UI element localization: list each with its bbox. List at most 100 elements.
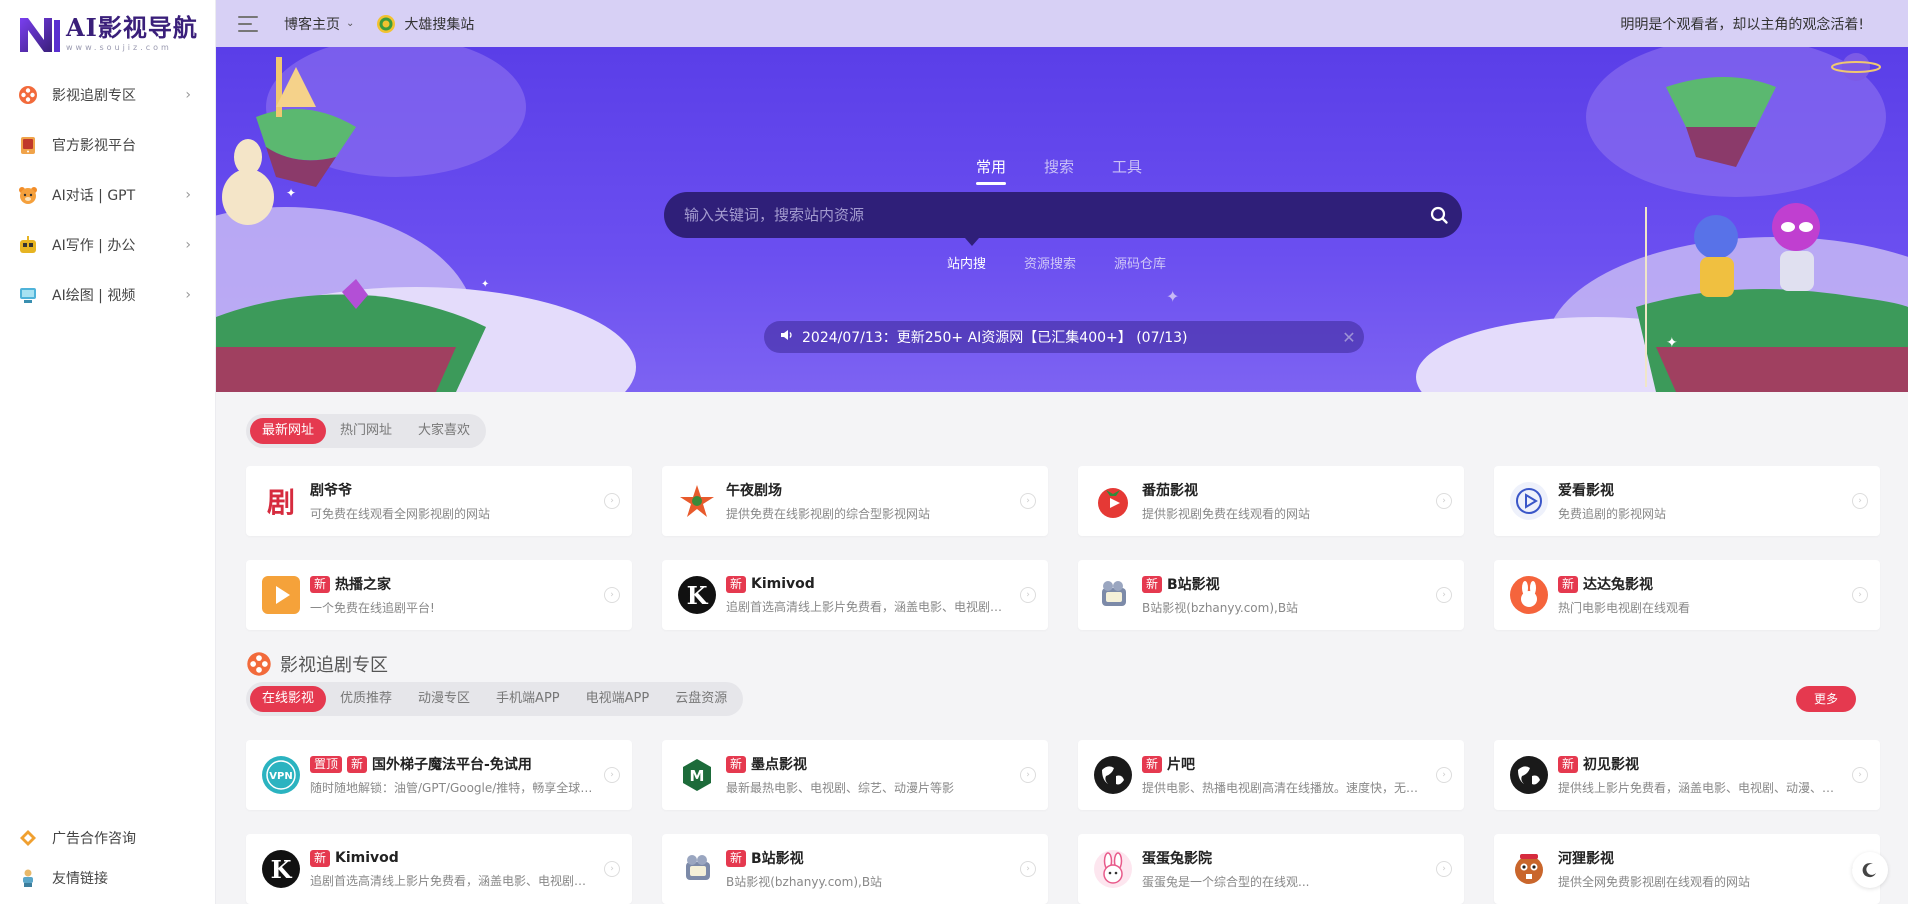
latest-grid: 剧 剧爷爷 可免费在线观看全网影视剧的网站 › 午夜剧场 提供免费在线影视剧的综… <box>246 466 1882 630</box>
sidebar-item-ai-drawing[interactable]: AI绘图 | 视频 › <box>0 270 215 320</box>
card-desc: 提供全网免费影视剧在线观看的网站 <box>1558 875 1751 889</box>
site-card[interactable]: VPN 置顶新国外梯子魔法平台-免试用 随时随地解锁：油管/GPT/Google… <box>246 740 632 810</box>
subtab-source[interactable]: 源码仓库 <box>1114 253 1166 272</box>
blog-home-link[interactable]: 博客主页 ⌄ <box>284 14 354 34</box>
collect-site-label: 大雄搜集站 <box>404 16 475 33</box>
arrow-right-icon[interactable]: › <box>1436 767 1452 783</box>
tab-search[interactable]: 搜索 <box>1044 156 1074 185</box>
card-desc: 热门电影电视剧在线观看 <box>1558 601 1691 615</box>
tab-mobile-app[interactable]: 手机端APP <box>484 686 572 712</box>
arrow-right-icon[interactable]: › <box>1852 493 1868 509</box>
tab-tv-app[interactable]: 电视端APP <box>574 686 662 712</box>
site-card[interactable]: K 新 Kimivod 追剧首选高清线上影片免费看，涵盖电影、电视剧、动... › <box>662 560 1048 630</box>
site-card[interactable]: 午夜剧场 提供免费在线影视剧的综合型影视网站 › <box>662 466 1048 536</box>
card-title: 河狸影视 <box>1558 851 1614 867</box>
sidebar-item-film[interactable]: 影视追剧专区 › <box>0 70 215 120</box>
new-badge: 新 <box>347 755 368 773</box>
globe-icon <box>1510 756 1548 794</box>
arrow-right-icon[interactable]: › <box>1020 493 1036 509</box>
search-input[interactable] <box>684 192 1416 238</box>
announcement-bar[interactable]: 2024/07/13：更新250+ AI资源网【已汇集400+】 (07/13)… <box>764 321 1364 353</box>
card-desc: 提供电影、热播电视剧高清在线播放。速度快，无广告... <box>1142 781 1428 795</box>
collect-site-link[interactable]: 大雄搜集站 <box>376 14 474 34</box>
tab-recommended[interactable]: 优质推荐 <box>328 686 404 712</box>
svg-text:VPN: VPN <box>269 771 292 782</box>
tab-latest[interactable]: 最新网址 <box>250 418 327 444</box>
site-card[interactable]: M 新墨点影视 最新最热电影、电视剧、综艺、动漫片等影 › <box>662 740 1048 810</box>
arrow-right-icon[interactable]: › <box>604 767 620 783</box>
tab-cloud[interactable]: 云盘资源 <box>663 686 739 712</box>
card-desc: 免费追剧的影视网站 <box>1558 507 1667 521</box>
arrow-right-icon[interactable]: › <box>1852 767 1868 783</box>
sidebar-item-label: 影视追剧专区 <box>52 88 136 104</box>
site-card[interactable]: 剧 剧爷爷 可免费在线观看全网影视剧的网站 › <box>246 466 632 536</box>
card-title: 热播之家 <box>335 577 392 593</box>
site-card[interactable]: 新 B站影视 B站影视(bzhanyy.com),B站 › <box>1078 560 1464 630</box>
site-card[interactable]: 新 B站影视 B站影视(bzhanyy.com),B站 › <box>662 834 1048 904</box>
site-card[interactable]: 河狸影视 提供全网免费影视剧在线观看的网站 › <box>1494 834 1880 904</box>
site-card[interactable]: 爱看影视 免费追剧的影视网站 › <box>1494 466 1880 536</box>
theme-toggle-button[interactable] <box>1852 852 1888 888</box>
play-circle-icon <box>1510 482 1548 520</box>
subtab-pointer <box>965 238 979 246</box>
chevron-right-icon: › <box>185 187 191 203</box>
card-title: 爱看影视 <box>1558 483 1614 499</box>
arrow-right-icon[interactable]: › <box>1852 587 1868 603</box>
main-content: 最新网址 热门网址 大家喜欢 剧 剧爷爷 可免费在线观看全网影视剧的网站 › 午… <box>246 392 1882 904</box>
site-card[interactable]: 新达达兔影视 热门电影电视剧在线观看 › <box>1494 560 1880 630</box>
sidebar-item-links[interactable]: 友情链接 <box>0 858 215 898</box>
sidebar-item-ads[interactable]: 广告合作咨询 <box>0 818 215 858</box>
site-card[interactable]: 番茄影视 提供影视剧免费在线观看的网站 › <box>1078 466 1464 536</box>
sidebar-item-ai-chat[interactable]: AI对话 | GPT › <box>0 170 215 220</box>
latest-tabs: 最新网址 热门网址 大家喜欢 <box>246 414 487 448</box>
arrow-right-icon[interactable]: › <box>1436 861 1452 877</box>
bunny-icon <box>1094 850 1132 888</box>
chevron-right-icon: › <box>185 237 191 253</box>
arrow-right-icon[interactable]: › <box>604 493 620 509</box>
bear-icon <box>18 185 38 205</box>
site-card[interactable]: 新热播之家 一个免费在线追剧平台! › <box>246 560 632 630</box>
arrow-right-icon[interactable]: › <box>1436 493 1452 509</box>
arrow-right-icon[interactable]: › <box>1436 587 1452 603</box>
site-logo[interactable]: AI影视导航 www.soujiz.com <box>0 0 215 68</box>
tab-anime[interactable]: 动漫专区 <box>406 686 482 712</box>
tab-hot[interactable]: 热门网址 <box>328 418 404 444</box>
site-card[interactable]: 新片吧 提供电影、热播电视剧高清在线播放。速度快，无广告... › <box>1078 740 1464 810</box>
tab-favorites[interactable]: 大家喜欢 <box>406 418 482 444</box>
new-badge: 新 <box>726 849 747 867</box>
chevron-right-icon: › <box>185 87 191 103</box>
speaker-icon <box>780 328 794 346</box>
subtab-site[interactable]: 站内搜 <box>947 253 986 272</box>
arrow-right-icon[interactable]: › <box>604 861 620 877</box>
new-badge: 新 <box>726 575 747 593</box>
site-card[interactable]: K 新 Kimivod 追剧首选高清线上影片免费看，涵盖电影、电视剧、动... › <box>246 834 632 904</box>
card-title: 午夜剧场 <box>726 483 782 499</box>
svg-text:剧: 剧 <box>267 486 295 518</box>
more-button[interactable]: 更多 <box>1795 686 1856 712</box>
logo-title: AI影视导航 <box>66 13 198 42</box>
section-title: 影视追剧专区 <box>280 655 388 676</box>
star-logo-icon <box>678 482 716 520</box>
tab-online[interactable]: 在线影视 <box>250 686 327 712</box>
arrow-right-icon[interactable]: › <box>1020 767 1036 783</box>
sidebar-item-official[interactable]: 官方影视平台 <box>0 120 215 170</box>
new-badge: 新 <box>310 849 331 867</box>
tab-tools[interactable]: 工具 <box>1112 156 1142 185</box>
search-button[interactable] <box>1416 192 1462 238</box>
sidebar-item-label: AI绘图 | 视频 <box>52 288 136 304</box>
subtab-resource[interactable]: 资源搜索 <box>1024 253 1076 272</box>
site-card[interactable]: 蛋蛋兔影院 蛋蛋兔是一个综合型的在线观... › <box>1078 834 1464 904</box>
arrow-right-icon[interactable]: › <box>1020 587 1036 603</box>
tab-common[interactable]: 常用 <box>976 156 1007 185</box>
arrow-right-icon[interactable]: › <box>1020 861 1036 877</box>
megaphone-icon <box>18 828 38 848</box>
close-icon[interactable]: ✕ <box>1334 328 1364 347</box>
menu-toggle-icon[interactable] <box>238 15 258 32</box>
arrow-right-icon[interactable]: › <box>604 587 620 603</box>
sidebar-item-label: 官方影视平台 <box>52 138 136 154</box>
chevron-down-icon: ⌄ <box>346 18 355 29</box>
card-desc: 提供线上影片免费看，涵盖电影、电视剧、动漫、综艺... <box>1558 781 1844 795</box>
site-card[interactable]: 新初见影视 提供线上影片免费看，涵盖电影、电视剧、动漫、综艺... › <box>1494 740 1880 810</box>
card-desc: 追剧首选高清线上影片免费看，涵盖电影、电视剧、动... <box>726 599 1012 614</box>
sidebar-item-ai-writing[interactable]: AI写作 | 办公 › <box>0 220 215 270</box>
